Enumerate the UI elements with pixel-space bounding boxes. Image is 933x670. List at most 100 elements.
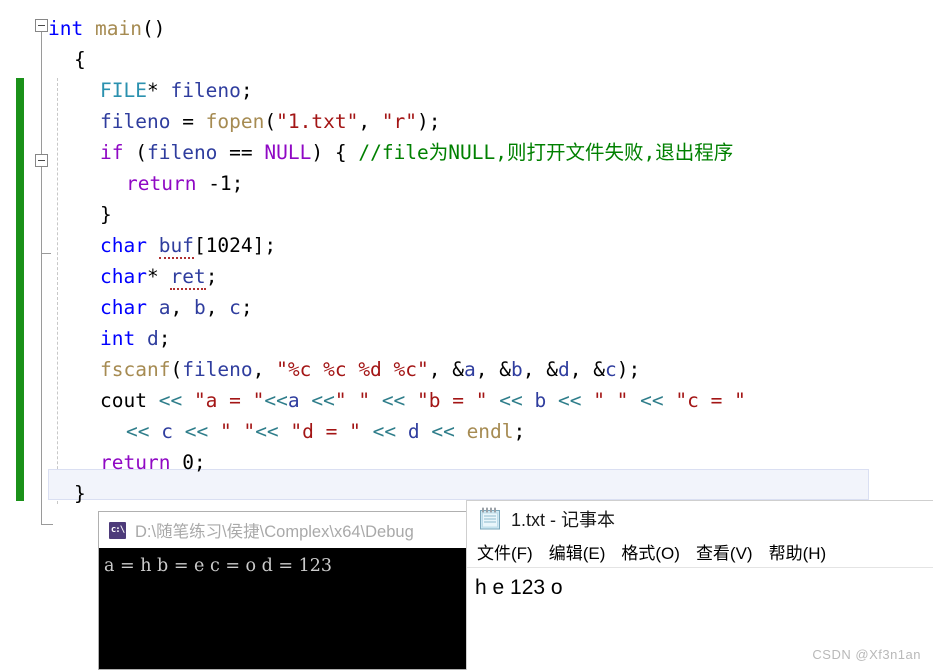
code-token: fscanf [100, 358, 171, 381]
notepad-menu-item-1[interactable]: 编辑(E) [549, 539, 606, 564]
code-line[interactable]: } [48, 478, 86, 509]
code-token: char [100, 296, 159, 319]
code-token: fileno [100, 110, 183, 133]
code-token: << [264, 389, 288, 412]
code-token: << [184, 420, 220, 443]
code-line[interactable]: if (fileno == NULL) { //file为NULL,则打开文件失… [48, 137, 733, 168]
code-token: buf [158, 234, 194, 259]
code-token: = [182, 110, 206, 133]
code-token: b [510, 358, 523, 381]
code-token: << [255, 420, 291, 443]
code-token: , [170, 296, 194, 319]
code-token: << [381, 389, 418, 412]
code-line[interactable]: cout << "a = "<<a <<" " << "b = " << b <… [48, 385, 746, 416]
code-token: ; [240, 296, 253, 319]
code-token: << [431, 420, 467, 443]
code-token: fileno [146, 141, 230, 164]
code-line[interactable]: return -1; [48, 168, 243, 199]
code-line[interactable]: } [48, 199, 112, 230]
cmd-prompt-icon: c:\ [109, 521, 126, 539]
notepad-menu-item-4[interactable]: 帮助(H) [769, 539, 827, 564]
code-token: * [146, 79, 171, 102]
code-token: "%c %c %d %c" [276, 358, 429, 381]
code-line[interactable]: fscanf(fileno, "%c %c %d %c", &a, &b, &d… [48, 354, 640, 385]
console-titlebar[interactable]: c:\ D:\随笔练习\侯捷\Complex\x64\Debug [99, 512, 466, 548]
code-token: [1024]; [193, 234, 277, 257]
console-title-text: D:\随笔练习\侯捷\Complex\x64\Debug [135, 523, 414, 541]
code-line[interactable]: char a, b, c; [48, 292, 253, 323]
code-token: cout [100, 389, 159, 412]
code-token: << [311, 389, 335, 412]
code-token: , [252, 358, 277, 381]
code-token: char [100, 234, 159, 257]
notepad-window[interactable]: 1.txt - 记事本 文件(F) 编辑(E) 格式(O) 查看(V) 帮助(H) h … [466, 500, 933, 670]
code-line[interactable]: fileno = fopen("1.txt", "r"); [48, 106, 441, 137]
code-token: ret [170, 265, 206, 290]
code-token: " " [334, 389, 382, 412]
code-token: == [229, 141, 265, 164]
code-token: ; [205, 265, 218, 288]
notepad-menu-item-2[interactable]: 格式(O) [621, 539, 680, 564]
code-token: c [229, 296, 241, 319]
notepad-menu-item-0[interactable]: 文件(F) [477, 539, 533, 564]
notepad-text-area[interactable]: h e 123 o [467, 568, 933, 600]
code-token: "d = " [290, 420, 373, 443]
code-token: } [74, 482, 86, 505]
code-token: << [126, 420, 162, 443]
notepad-icon [479, 507, 501, 530]
code-token: FILE [100, 79, 147, 102]
code-token: << [640, 389, 676, 412]
outline-guide-outer [41, 31, 42, 524]
console-window[interactable]: c:\ D:\随笔练习\侯捷\Complex\x64\Debug a = h b… [98, 511, 467, 670]
notepad-titlebar[interactable]: 1.txt - 记事本 [467, 501, 933, 536]
code-token: int [100, 327, 147, 350]
code-line[interactable]: FILE* fileno; [48, 75, 253, 106]
code-token: , & [569, 358, 605, 381]
code-token: b [534, 389, 558, 412]
code-token: "r" [381, 110, 418, 133]
code-token: ); [417, 110, 441, 133]
code-token: "b = " [417, 389, 500, 412]
code-token: "1.txt" [276, 110, 359, 133]
code-token: , [205, 296, 230, 319]
code-token: if [100, 141, 136, 164]
code-token: ; [513, 420, 526, 443]
fold-toggle-if[interactable] [35, 154, 48, 167]
code-line[interactable]: int d; [48, 323, 170, 354]
code-token: ); [616, 358, 641, 381]
code-token: , & [428, 358, 464, 381]
code-token: d [407, 420, 432, 443]
code-token: ) { [311, 141, 359, 164]
code-token: ( [170, 358, 183, 381]
code-token: //file为NULL,则打开文件失败,退出程序 [358, 141, 734, 164]
code-token: a [158, 296, 171, 319]
code-token: return [126, 172, 209, 195]
code-token: c [604, 358, 617, 381]
code-token: fopen [205, 110, 265, 133]
code-line[interactable]: { [48, 44, 86, 75]
code-token: () [141, 17, 166, 40]
code-line[interactable]: char* ret; [48, 261, 217, 292]
code-token: fileno [170, 79, 241, 102]
code-token: ( [264, 110, 277, 133]
code-token: b [193, 296, 206, 319]
code-line[interactable]: return 0; [48, 447, 206, 478]
code-line[interactable]: char buf[1024]; [48, 230, 276, 261]
code-token: " " [593, 389, 641, 412]
fold-toggle-main[interactable] [35, 19, 48, 32]
notepad-menu-item-3[interactable]: 查看(V) [696, 539, 753, 564]
code-line[interactable]: int main() [48, 13, 165, 44]
code-token: main [94, 17, 142, 40]
code-token: ( [135, 141, 147, 164]
code-token: fileno [182, 358, 253, 381]
code-token: , & [522, 358, 558, 381]
notepad-title-text: 1.txt - 记事本 [511, 509, 616, 530]
code-token: int [48, 17, 95, 40]
code-token: ; [240, 79, 253, 102]
code-line[interactable]: << c << " "<< "d = " << d << endl; [48, 416, 525, 447]
code-token: * [146, 265, 171, 288]
code-token: { [74, 48, 86, 71]
notepad-menubar[interactable]: 文件(F) 编辑(E) 格式(O) 查看(V) 帮助(H) [467, 536, 933, 568]
code-token: "c = " [675, 389, 746, 412]
console-output-area[interactable]: a = h b = e c = o d = 123 [99, 548, 466, 669]
